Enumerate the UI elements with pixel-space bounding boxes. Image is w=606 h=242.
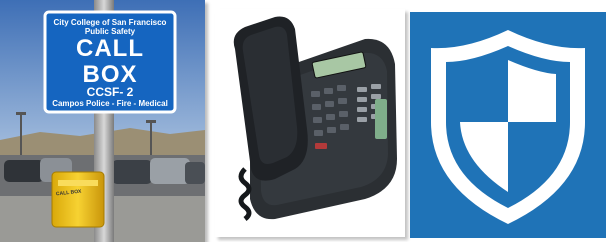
desk-phone-photo xyxy=(215,9,405,237)
red-button xyxy=(315,143,327,149)
sign-text-line5: CCSF- 2 xyxy=(86,85,134,99)
label-strip xyxy=(375,99,387,139)
sign-text-line6: Campos Police - Fire - Medical xyxy=(52,99,168,108)
sign-text-line3: CALL xyxy=(76,35,144,62)
sign-text-line1: City College of San Francisco xyxy=(53,18,167,27)
desk-phone-art xyxy=(233,16,397,221)
shield-tile xyxy=(410,12,606,238)
coiled-cord xyxy=(238,167,252,221)
shield-icon xyxy=(431,30,585,224)
callbox-photo: City College of San Francisco Public Saf… xyxy=(0,0,205,242)
